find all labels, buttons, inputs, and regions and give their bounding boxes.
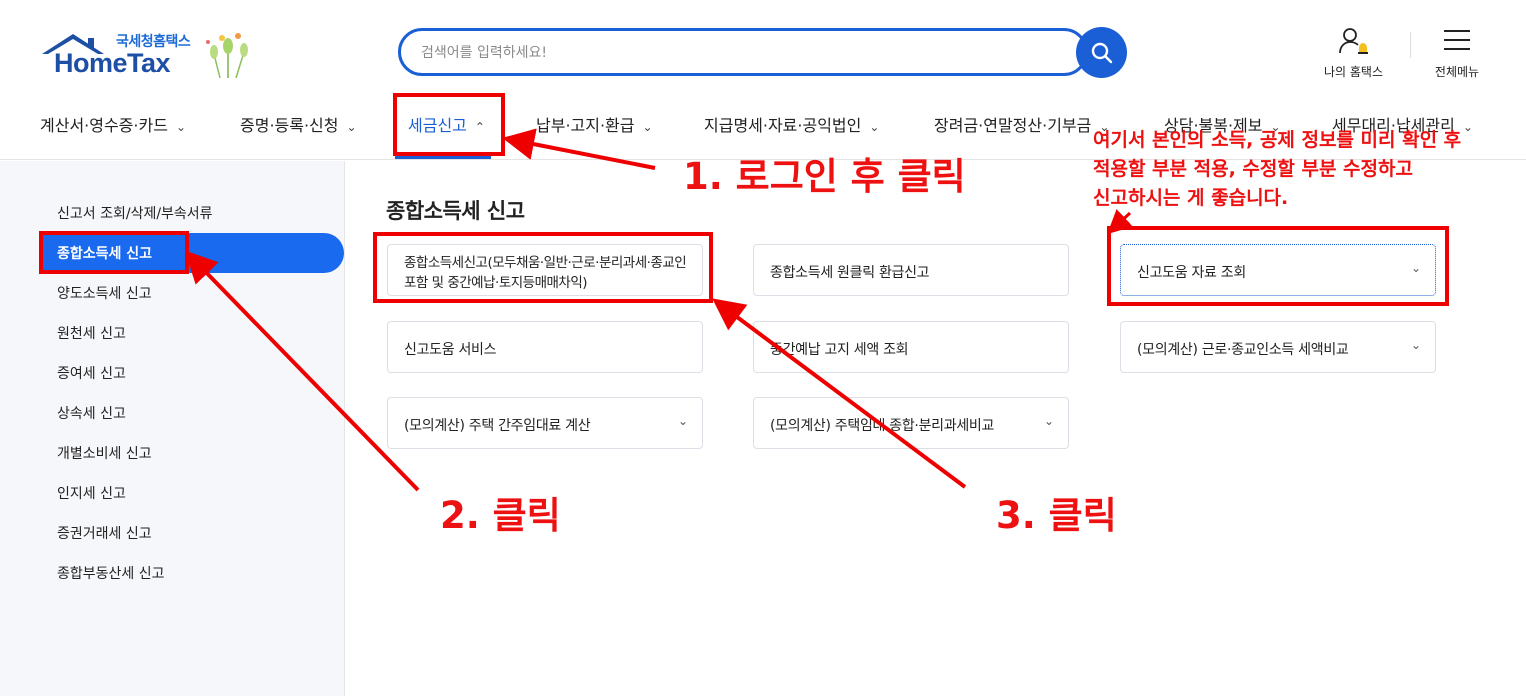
sidebar-item-property-tax[interactable]: 종합부동산세 신고	[57, 563, 165, 583]
sidebar-item-capital-gains-tax[interactable]: 양도소득세 신고	[57, 283, 152, 303]
card-sim-housing-rental[interactable]: (모의계산) 주택임대 종합·분리과세비교 ⌄	[753, 397, 1069, 449]
nav-item-label: 증명·등록·신청	[240, 116, 339, 135]
annotation-step2: 2. 클릭	[440, 494, 561, 537]
sidebar-item-excise-tax[interactable]: 개별소비세 신고	[57, 443, 152, 463]
search-icon	[1091, 42, 1113, 64]
search-box	[398, 28, 1088, 76]
search-button[interactable]	[1076, 27, 1127, 78]
chevron-down-icon: ⌄	[869, 120, 880, 134]
chevron-down-icon: ⌄	[642, 120, 653, 134]
my-hometax-label: 나의 홈택스	[1324, 65, 1384, 79]
nav-item-label: 계산서·영수증·카드	[40, 116, 168, 135]
header-divider	[1410, 32, 1411, 58]
active-nav-indicator	[395, 156, 491, 159]
nav-item-label: 장려금·연말정산·기부금	[934, 116, 1092, 135]
nav-item-payment[interactable]: 납부·고지·환급 ⌄	[536, 112, 653, 136]
card-label: 종합소득세 원클릭 환급신고	[770, 265, 930, 281]
card-label: 신고도움 서비스	[404, 342, 497, 358]
card-sim-deemed-rent[interactable]: (모의계산) 주택 간주임대료 계산 ⌄	[387, 397, 703, 449]
search-input[interactable]	[421, 41, 1041, 65]
card-label: (모의계산) 근로·종교인소득 세액비교	[1137, 342, 1349, 358]
nav-item-statements[interactable]: 지급명세·자료·공익법인 ⌄	[704, 112, 879, 136]
card-interim-prepayment[interactable]: 중간예납 고지 세액 조회	[753, 321, 1069, 373]
annotation-step3: 3. 클릭	[996, 494, 1117, 537]
annotation-note-line1: 여기서 본인의 소득, 공제 정보를 미리 확인 후	[1093, 129, 1462, 151]
annotation-box-tax-filing	[393, 93, 505, 156]
annotation-box-global-income	[39, 231, 189, 274]
chevron-down-icon: ⌄	[677, 414, 688, 428]
annotation-note-line3: 신고하시는 게 좋습니다.	[1093, 187, 1289, 209]
logo-title: HomeTax	[54, 48, 171, 78]
hometax-page: { "header": { "logo_sub": "국세청홈택스", "log…	[0, 0, 1526, 696]
card-label: 중간예납 고지 세액 조회	[770, 342, 909, 358]
hamburger-menu-icon	[1444, 30, 1470, 50]
card-sim-labor-religious[interactable]: (모의계산) 근로·종교인소득 세액비교 ⌄	[1120, 321, 1436, 373]
chevron-down-icon: ⌄	[1043, 414, 1054, 428]
nav-item-incentives[interactable]: 장려금·연말정산·기부금 ⌄	[934, 112, 1109, 136]
chevron-down-icon: ⌄	[1462, 120, 1473, 134]
sidebar-item-gift-tax[interactable]: 증여세 신고	[57, 363, 126, 383]
all-menu-button[interactable]: 전체메뉴	[1432, 26, 1482, 80]
nav-item-label: 납부·고지·환급	[536, 116, 635, 135]
annotation-note-line2: 적용할 부분 적용, 수정할 부분 수정하고	[1093, 158, 1413, 180]
card-one-click-refund[interactable]: 종합소득세 원클릭 환급신고	[753, 244, 1069, 296]
page-title: 종합소득세 신고	[386, 199, 525, 223]
chevron-down-icon: ⌄	[175, 120, 186, 134]
card-label: (모의계산) 주택임대 종합·분리과세비교	[770, 418, 995, 434]
chevron-down-icon: ⌄	[1410, 338, 1421, 352]
annotation-box-help-data	[1107, 226, 1449, 306]
hometax-logo[interactable]: 국세청홈택스 HomeTax	[40, 26, 260, 84]
arrow-note	[1107, 209, 1133, 235]
my-hometax-button[interactable]: 나의 홈택스	[1324, 26, 1383, 80]
card-filing-help-service[interactable]: 신고도움 서비스	[387, 321, 703, 373]
plant-decoration-icon	[206, 33, 248, 79]
sidebar-item-securities-tax[interactable]: 증권거래세 신고	[57, 523, 152, 543]
annotation-box-filing-card	[373, 232, 713, 303]
annotation-step1: 1. 로그인 후 클릭	[683, 155, 966, 198]
sidebar-item-stamp-tax[interactable]: 인지세 신고	[57, 483, 126, 503]
sidebar-item-withholding-tax[interactable]: 원천세 신고	[57, 323, 126, 343]
sidebar-item-return-inquiry[interactable]: 신고서 조회/삭제/부속서류	[57, 203, 213, 223]
nav-item-label: 지급명세·자료·공익법인	[704, 116, 862, 135]
sidebar-item-inheritance-tax[interactable]: 상속세 신고	[57, 403, 126, 423]
chevron-down-icon: ⌄	[346, 120, 357, 134]
card-label: (모의계산) 주택 간주임대료 계산	[404, 418, 591, 434]
nav-item-certificates[interactable]: 증명·등록·신청 ⌄	[240, 112, 357, 136]
user-bell-icon	[1338, 28, 1368, 54]
nav-item-invoices[interactable]: 계산서·영수증·카드 ⌄	[40, 112, 186, 136]
all-menu-label: 전체메뉴	[1434, 65, 1480, 79]
